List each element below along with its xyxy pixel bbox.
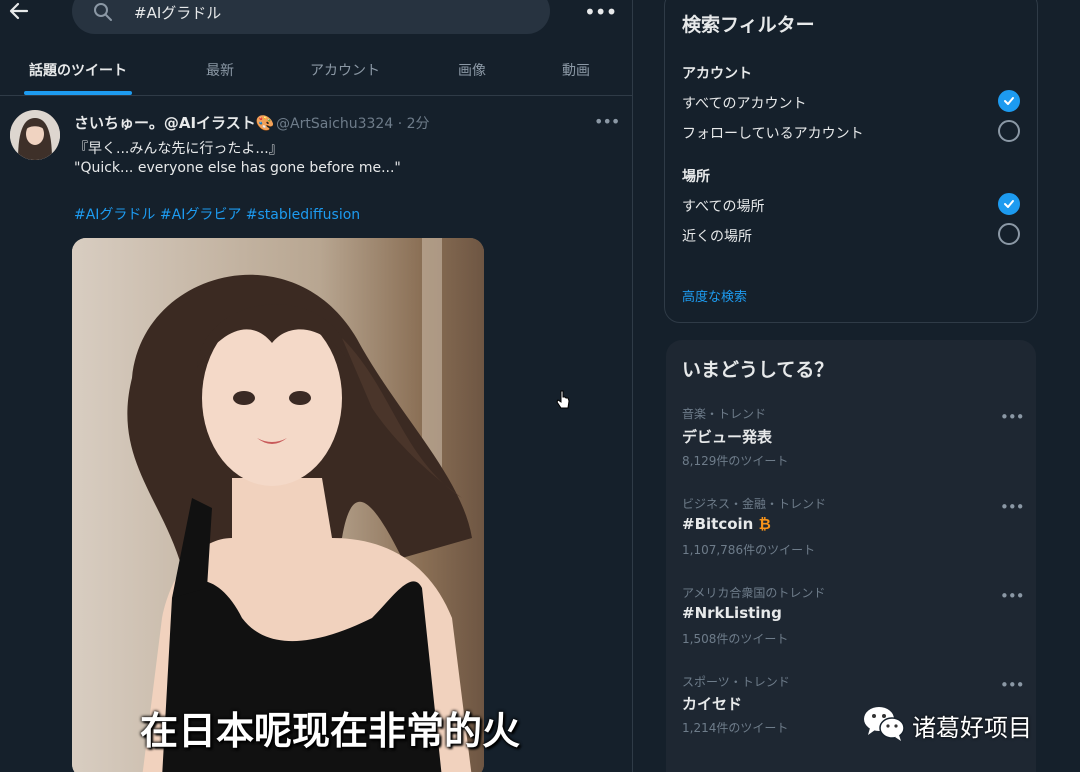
- trend-category: アメリカ合衆国のトレンド: [682, 586, 826, 600]
- filter-account-all-label[interactable]: すべてのアカウント: [682, 93, 806, 113]
- wechat-icon: [862, 704, 906, 742]
- avatar[interactable]: [10, 110, 60, 160]
- filter-account-all-radio[interactable]: [998, 90, 1020, 112]
- search-input[interactable]: #AIグラドル: [72, 0, 550, 34]
- watermark-text: 诸葛好项目: [912, 714, 1032, 742]
- advanced-search-link[interactable]: 高度な検索: [682, 286, 747, 305]
- back-arrow-icon[interactable]: [8, 0, 30, 22]
- trend-name[interactable]: #Bitcoin ₿: [682, 515, 771, 533]
- tweet-text-japanese: 『早く...みんな先に行ったよ...』: [74, 141, 283, 157]
- trend-more-icon[interactable]: •••: [1000, 676, 1025, 694]
- trend-count: 1,107,786件のツイート: [682, 543, 816, 557]
- bitcoin-icon: ₿: [758, 515, 771, 533]
- trend-more-icon[interactable]: •••: [1000, 408, 1025, 426]
- filter-location-near-radio[interactable]: [998, 223, 1020, 245]
- video-subtitle: 在日本呢现在非常的火: [140, 709, 521, 753]
- tab-accounts[interactable]: アカウント: [310, 60, 380, 80]
- trend-count: 1,508件のツイート: [682, 632, 789, 646]
- tweet-author-handle[interactable]: @ArtSaichu3324 · 2分: [276, 113, 430, 133]
- filter-title: 検索フィルター: [682, 14, 815, 36]
- trend-name[interactable]: デビュー発表: [682, 426, 772, 447]
- tab-latest[interactable]: 最新: [206, 60, 234, 80]
- tab-videos[interactable]: 動画: [562, 60, 590, 80]
- filter-account-following-label[interactable]: フォローしているアカウント: [682, 123, 864, 143]
- tab-top[interactable]: 話題のツイート: [29, 60, 127, 80]
- tab-images[interactable]: 画像: [458, 60, 486, 80]
- tweet-hashtags[interactable]: #AIグラドル #AIグラビア #stablediffusion: [74, 204, 360, 224]
- active-tab-indicator: [24, 91, 132, 95]
- filter-account-following-radio[interactable]: [998, 120, 1020, 142]
- tweet-image[interactable]: [72, 238, 484, 772]
- filter-location-near-label[interactable]: 近くの場所: [682, 226, 752, 246]
- tweet-text-english: "Quick... everyone else has gone before …: [74, 160, 401, 176]
- filter-location-all-label[interactable]: すべての場所: [682, 196, 764, 216]
- search-icon: [93, 2, 113, 22]
- search-filter-card: [664, 0, 1038, 323]
- tweet-author-name[interactable]: さいちゅー。@AIイラスト🎨: [74, 112, 274, 133]
- trends-title: いまどうしてる？: [682, 359, 834, 381]
- trend-count: 8,129件のツイート: [682, 454, 789, 468]
- filter-location-heading: 場所: [682, 169, 710, 185]
- trend-more-icon[interactable]: •••: [1000, 498, 1025, 516]
- trend-name[interactable]: カイセド: [682, 693, 742, 714]
- more-options-icon[interactable]: •••: [584, 0, 617, 24]
- search-query-text: #AIグラドル: [134, 4, 222, 22]
- filter-account-heading: アカウント: [682, 66, 752, 82]
- trend-name-text: #Bitcoin: [682, 515, 754, 533]
- trend-category: 音楽・トレンド: [682, 407, 767, 421]
- search-tabs: 話題のツイート 最新 アカウント 画像 動画: [0, 46, 632, 96]
- trend-category: スポーツ・トレンド: [682, 675, 790, 689]
- trend-count: 1,214件のツイート: [682, 721, 789, 735]
- trend-name[interactable]: #NrkListing: [682, 604, 782, 622]
- trend-more-icon[interactable]: •••: [1000, 587, 1025, 605]
- filter-location-all-radio[interactable]: [998, 193, 1020, 215]
- mouse-cursor-icon: [556, 390, 570, 410]
- column-divider: [632, 0, 633, 772]
- tweet-more-icon[interactable]: •••: [594, 112, 620, 131]
- trend-category: ビジネス・金融・トレンド: [682, 497, 827, 511]
